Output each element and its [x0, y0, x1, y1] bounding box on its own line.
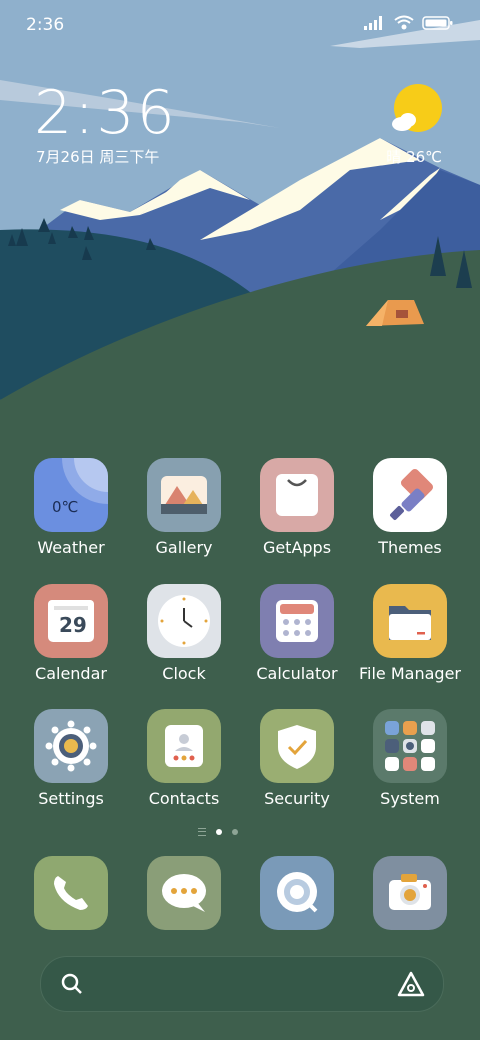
getapps-icon [260, 458, 334, 532]
calendar-icon: 29 [34, 584, 108, 658]
status-icons [364, 15, 454, 31]
status-bar: 2:36 [0, 0, 480, 52]
date-label: 7月26日 周三下午 [36, 148, 160, 166]
calendar-day: 29 [59, 613, 87, 637]
dock-phone[interactable] [34, 856, 108, 930]
dock-camera[interactable] [373, 856, 447, 930]
search-icon [61, 973, 82, 994]
home-clock-widget[interactable]: 2:36 [34, 78, 177, 148]
app-label: Calendar [35, 664, 107, 683]
app-label: System [380, 789, 440, 808]
messages-icon [162, 874, 206, 912]
status-time: 2:36 [26, 15, 65, 35]
clock-icon [147, 584, 221, 658]
contacts-icon [147, 709, 221, 783]
app-getapps[interactable]: GetApps [240, 458, 354, 557]
menu-lines-icon [198, 828, 206, 836]
weather-icon-temp: 0℃ [52, 498, 79, 516]
app-label: Calculator [256, 664, 338, 683]
app-label: Clock [162, 664, 206, 683]
themes-icon [373, 458, 447, 532]
app-security[interactable]: Security [240, 709, 354, 808]
page-dot-active [216, 829, 222, 835]
page-indicator[interactable] [198, 828, 238, 836]
weather-label: 晴 26℃ [386, 148, 442, 166]
wifi-icon [394, 15, 414, 30]
app-label: File Manager [359, 664, 461, 683]
shield-icon [260, 709, 334, 783]
app-calendar[interactable]: 29 Calendar [14, 584, 128, 683]
app-label: Weather [37, 538, 105, 557]
app-label: Themes [378, 538, 442, 557]
app-contacts[interactable]: Contacts [127, 709, 241, 808]
app-weather[interactable]: 0℃ Weather [14, 458, 128, 557]
app-label: Security [264, 789, 330, 808]
gear-icon [34, 709, 108, 783]
app-calculator[interactable]: Calculator [240, 584, 354, 683]
camera-icon [389, 874, 431, 910]
dock-messages[interactable] [147, 856, 221, 930]
gallery-icon [147, 458, 221, 532]
app-system-folder[interactable]: System [353, 709, 467, 808]
battery-icon [422, 16, 453, 30]
browser-icon [277, 872, 318, 913]
assistant-icon[interactable] [397, 971, 425, 997]
dock-browser[interactable] [260, 856, 334, 930]
folder-icon [373, 584, 447, 658]
app-settings[interactable]: Settings [14, 709, 128, 808]
app-label: Settings [38, 789, 104, 808]
phone-icon [54, 876, 88, 910]
app-label: GetApps [262, 538, 332, 557]
calculator-icon [260, 584, 334, 658]
app-file-manager[interactable]: File Manager [353, 584, 467, 683]
folder-grid-icon [373, 709, 447, 783]
app-clock[interactable]: Clock [127, 584, 241, 683]
signal-icon [364, 16, 382, 30]
app-label: Contacts [148, 789, 220, 808]
page-dot [232, 829, 238, 835]
app-label: Gallery [155, 538, 213, 557]
app-gallery[interactable]: Gallery [127, 458, 241, 557]
app-themes[interactable]: Themes [353, 458, 467, 557]
sun-icon [392, 84, 442, 132]
search-bar[interactable] [40, 956, 444, 1012]
weather-icon: 0℃ [34, 458, 108, 532]
